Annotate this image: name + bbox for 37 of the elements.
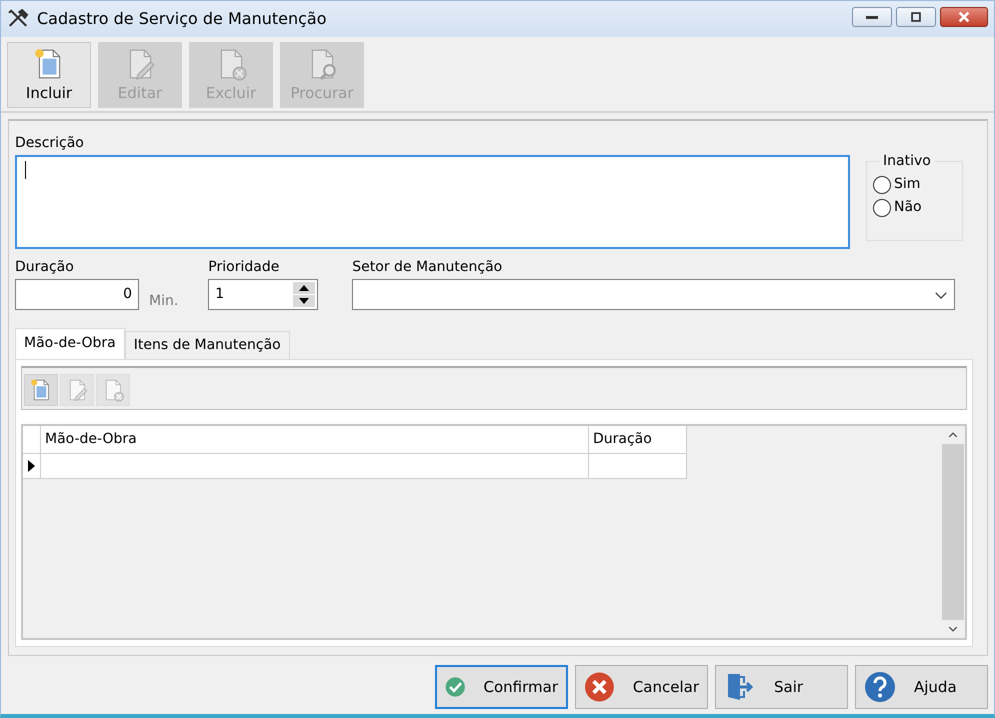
description-field[interactable] xyxy=(15,155,850,249)
scroll-down-icon xyxy=(948,624,958,634)
toolbar-button[interactable] xyxy=(24,374,58,406)
text-cursor xyxy=(25,161,26,179)
field-label: Descrição xyxy=(15,134,85,153)
minimize-icon xyxy=(866,16,878,18)
scroll-up-icon xyxy=(948,430,958,440)
field-label: Duração xyxy=(15,258,75,277)
radio-button[interactable] xyxy=(873,176,891,194)
dialog-button[interactable]: Sair xyxy=(715,665,848,709)
tab[interactable]: Itens de Manutenção xyxy=(124,331,290,359)
close-icon xyxy=(957,10,971,24)
duration-field[interactable]: 0 xyxy=(15,279,139,310)
field-label: Setor de Manutenção xyxy=(352,258,504,277)
sector-dropdown[interactable] xyxy=(352,279,956,310)
spin-up-icon xyxy=(293,282,316,294)
window-title: Cadastro de Serviço de Manutenção xyxy=(37,8,327,30)
dialog-button[interactable]: Ajuda xyxy=(855,665,988,709)
unit-label: Min. xyxy=(149,292,178,311)
spin-down-icon xyxy=(293,295,316,307)
help-icon xyxy=(864,671,896,703)
dialog-button[interactable]: Confirmar xyxy=(435,665,568,709)
priority-spinner[interactable]: 1 xyxy=(208,279,318,310)
maximize-button[interactable] xyxy=(896,7,936,27)
minimize-button[interactable] xyxy=(852,7,892,27)
scroll-thumb[interactable] xyxy=(942,444,964,620)
toolbar-button[interactable]: Incluir xyxy=(7,42,91,108)
radio-button[interactable] xyxy=(873,198,891,216)
radio-label: Sim xyxy=(894,175,920,194)
maximize-icon xyxy=(909,10,923,24)
dialog-button[interactable]: Cancelar xyxy=(575,665,708,709)
radio-label: Não xyxy=(894,198,922,217)
cancel-icon xyxy=(584,671,615,703)
current-row-icon xyxy=(28,460,35,472)
tab[interactable]: Mão-de-Obra xyxy=(15,328,125,359)
field-label: Prioridade xyxy=(208,258,280,277)
close-button[interactable] xyxy=(940,7,988,27)
